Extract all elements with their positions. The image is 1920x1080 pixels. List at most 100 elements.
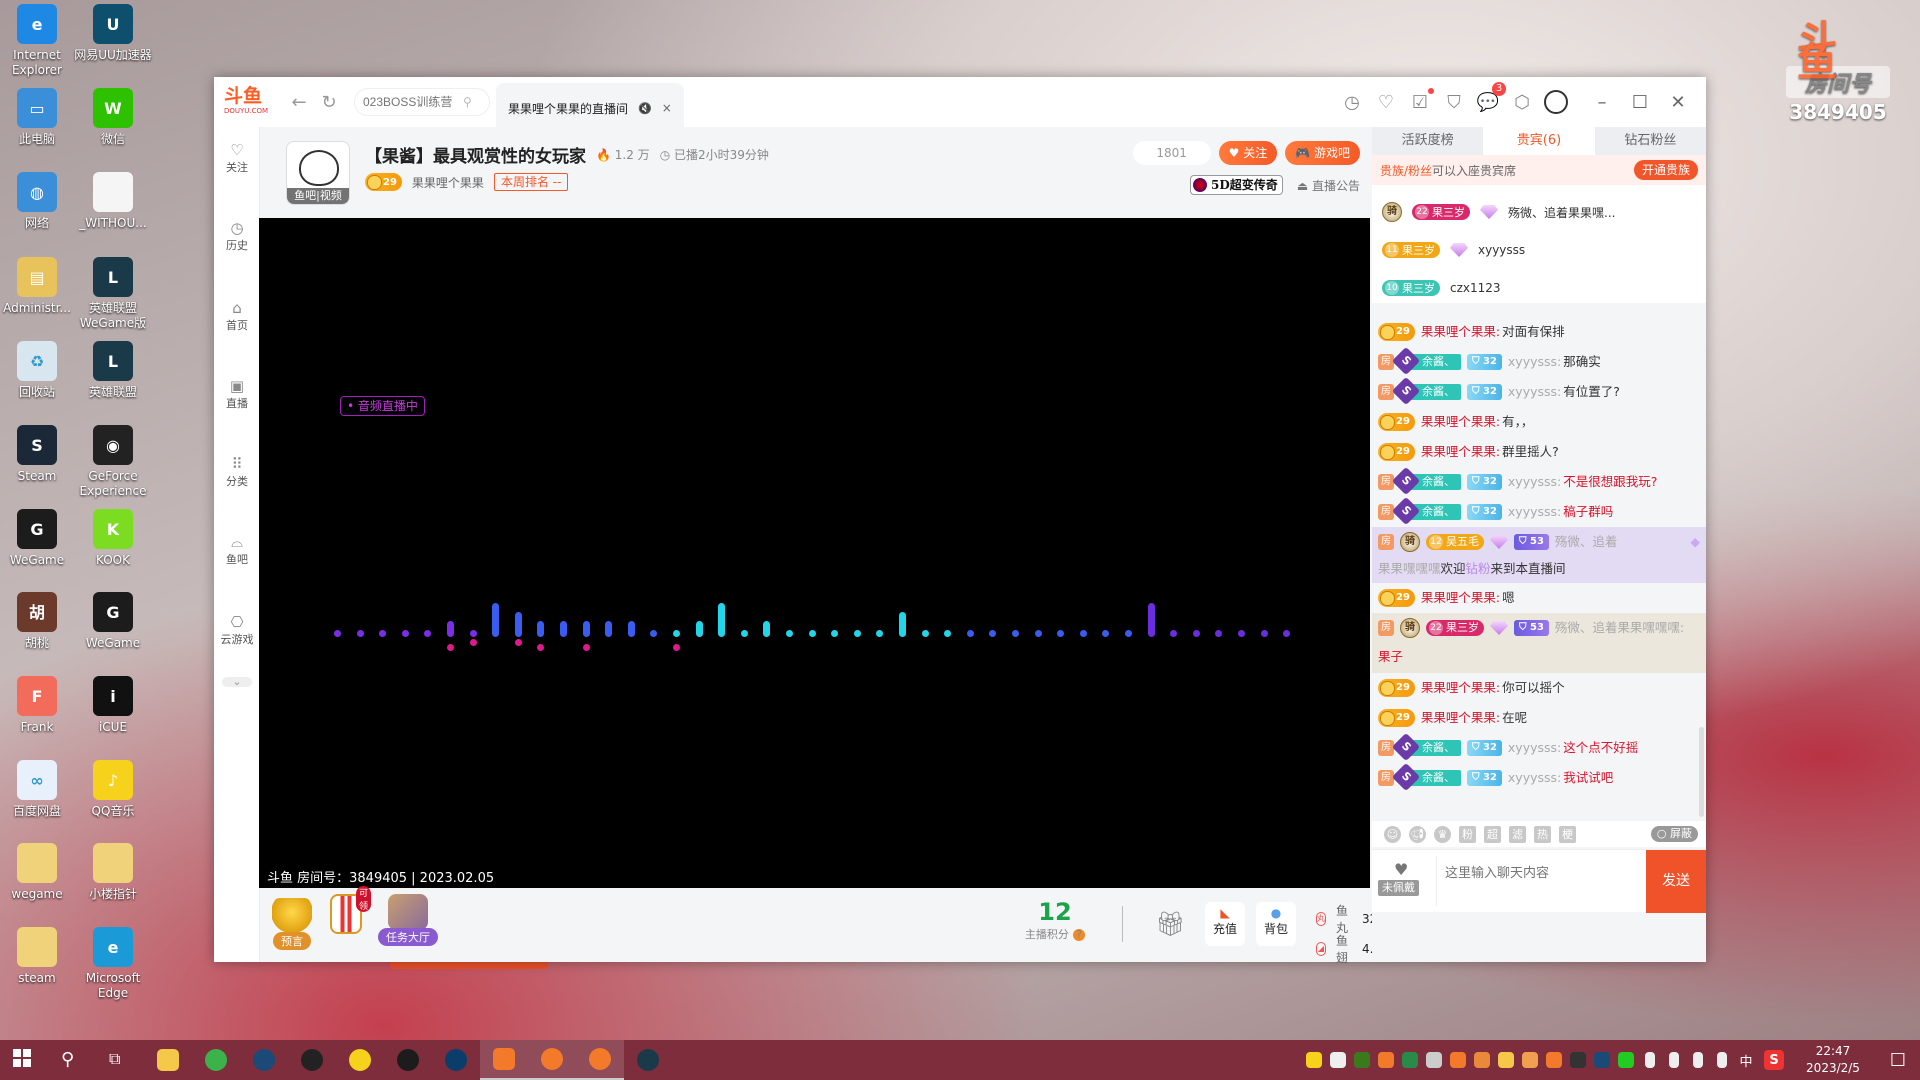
emoji-icon[interactable]: ☺ bbox=[1384, 825, 1401, 843]
avatar-label[interactable]: 鱼吧|视频 bbox=[287, 188, 349, 204]
desktop-icon[interactable]: G WeGame bbox=[0, 509, 77, 568]
announcement-button[interactable]: ⏏ 直播公告 bbox=[1297, 177, 1360, 194]
desktop-icon[interactable]: S Steam bbox=[0, 425, 77, 484]
chat-input[interactable] bbox=[1436, 856, 1636, 906]
chat-message[interactable]: 房 余酱、 ⛉ 32 xyyysss:这个点不好摇 bbox=[1372, 733, 1706, 763]
settings-icon[interactable]: ⬡ bbox=[1510, 90, 1534, 114]
chat-username[interactable]: 果果哩个果果: bbox=[1421, 677, 1500, 699]
chat-username[interactable]: 果果哩个果果: bbox=[1421, 321, 1500, 343]
chat-message[interactable]: 房 余酱、 ⛉ 32 xyyysss:不是很想跟我玩? bbox=[1372, 467, 1706, 497]
chat-message[interactable]: 房 余酱、 ⛉ 32 xyyysss:我试试吧 bbox=[1372, 763, 1706, 793]
desktop-icon[interactable]: steam bbox=[0, 927, 77, 986]
icue-tray-icon[interactable] bbox=[1326, 1050, 1350, 1070]
desktop-icon[interactable]: W 微信 bbox=[73, 88, 153, 147]
tab-close-icon[interactable]: × bbox=[662, 101, 672, 115]
ime-indicator[interactable]: 中 bbox=[1734, 1050, 1758, 1070]
chat-message[interactable]: 29 果果哩个果果: 群里摇人? bbox=[1372, 437, 1706, 467]
crown-icon[interactable]: ♛ bbox=[1434, 825, 1451, 843]
app-tray-icon[interactable] bbox=[1422, 1050, 1446, 1070]
panel-tab[interactable]: 活跃度榜 bbox=[1372, 127, 1483, 155]
desktop-icon[interactable]: 胡胡桃 bbox=[0, 592, 77, 651]
recharge-button[interactable]: ◣ 充值 bbox=[1205, 902, 1245, 946]
desktop-icon[interactable]: _WITHOU... bbox=[73, 172, 153, 231]
chat-filter-button[interactable]: 超 bbox=[1484, 825, 1501, 843]
guest-row[interactable]: 10 果三岁 czx1123 bbox=[1372, 269, 1706, 307]
desktop-icon[interactable]: e Microsoft Edge bbox=[73, 927, 153, 1001]
chat-username[interactable]: xyyysss: bbox=[1508, 381, 1561, 403]
volume-icon[interactable] bbox=[1710, 1050, 1734, 1070]
more-chevron-down-icon[interactable]: ⌄ bbox=[222, 676, 252, 687]
message-icon[interactable]: 💬 3 bbox=[1476, 82, 1506, 114]
desktop-icon[interactable]: U 网易UU加速器 bbox=[73, 4, 153, 63]
maximize-button[interactable]: ☐ bbox=[1626, 92, 1654, 113]
sidebar-item-live-tv[interactable]: ▣ 直播 bbox=[214, 377, 260, 411]
chat-username[interactable]: xyyysss: bbox=[1508, 767, 1561, 789]
send-button[interactable]: 发送 bbox=[1646, 850, 1706, 913]
desktop-icon[interactable]: ♻ 回收站 bbox=[0, 341, 77, 400]
taskbar-app[interactable] bbox=[432, 1040, 480, 1080]
desktop-icon[interactable]: L 英雄联盟 bbox=[73, 341, 153, 400]
taskbar-app[interactable] bbox=[0, 1040, 48, 1080]
panel-tab[interactable]: 钻石粉丝 bbox=[1595, 127, 1706, 155]
gift-box-button[interactable]: 可领 bbox=[330, 886, 372, 934]
network-icon[interactable] bbox=[1686, 1050, 1710, 1070]
mute-icon[interactable]: 🔇 bbox=[638, 102, 652, 115]
desktop-icon[interactable]: ♪ QQ音乐 bbox=[73, 760, 153, 819]
back-arrow-icon[interactable]: ← bbox=[284, 92, 314, 113]
open-noble-button[interactable]: 开通贵族 bbox=[1633, 160, 1698, 180]
chat-filter-button[interactable]: 热 bbox=[1534, 825, 1551, 843]
guest-row[interactable]: 11 果三岁 xyyysss bbox=[1372, 231, 1706, 269]
desktop-icon[interactable]: 小楼指针 bbox=[73, 843, 153, 902]
desktop-icon[interactable]: F Frank bbox=[0, 676, 77, 735]
chat-username[interactable]: 殇微、追着 bbox=[1555, 531, 1618, 553]
follow-button[interactable]: ♥ 关注 bbox=[1218, 141, 1278, 165]
cloud-tray-icon[interactable] bbox=[1614, 1050, 1638, 1070]
search-input[interactable] bbox=[363, 95, 463, 109]
guest-row[interactable]: 骑 22 果三岁 殇微、追着果果嘿... bbox=[1372, 193, 1706, 231]
gift-icon[interactable]: 🎁︎ bbox=[1155, 910, 1185, 938]
desktop-icon[interactable]: wegame bbox=[0, 843, 77, 902]
anchor-avatar[interactable]: 鱼吧|视频 bbox=[286, 141, 350, 205]
usb-tray-icon[interactable] bbox=[1518, 1050, 1542, 1070]
desktop-icon[interactable]: i iCUE bbox=[73, 676, 153, 735]
desktop-icon[interactable]: L 英雄联盟WeGame版 bbox=[73, 257, 153, 331]
user-avatar[interactable] bbox=[1544, 90, 1568, 114]
ime-tray-icon[interactable] bbox=[1374, 1050, 1398, 1070]
minimize-button[interactable]: – bbox=[1588, 92, 1616, 113]
chat-message[interactable]: 29 果果哩个果果: 你可以摇个 bbox=[1372, 673, 1706, 703]
wegame-tray-icon[interactable] bbox=[1566, 1050, 1590, 1070]
backpack-button[interactable]: ● 背包 bbox=[1256, 902, 1296, 946]
taskbar-app[interactable] bbox=[384, 1040, 432, 1080]
desktop-icon[interactable]: ▭ 此电脑 bbox=[0, 88, 77, 147]
video-player[interactable]: • 音频直播中 斗鱼 房间号：3849405 | 2023.02.05 bbox=[259, 218, 1370, 888]
chat-username[interactable]: 果果哩个果果: bbox=[1421, 441, 1500, 463]
security-tray-icon[interactable] bbox=[1398, 1050, 1422, 1070]
chat-username[interactable]: 殇微、追着果果嘿嘿嘿: bbox=[1555, 617, 1684, 639]
anchor-name[interactable]: 果果哩个果果 bbox=[412, 174, 484, 191]
desktop-icon[interactable]: G WeGame bbox=[73, 592, 153, 651]
refresh-icon[interactable]: ↻ bbox=[314, 92, 344, 113]
history-icon[interactable]: ◷ bbox=[1340, 90, 1364, 114]
fire-tray-icon[interactable] bbox=[1542, 1050, 1566, 1070]
taskbar-app[interactable] bbox=[624, 1040, 672, 1080]
chat-username[interactable]: xyyysss: bbox=[1508, 471, 1561, 493]
sidebar-item-heart[interactable]: ♡ 关注 bbox=[214, 141, 260, 175]
qq-music-tray-icon[interactable] bbox=[1302, 1050, 1326, 1070]
wear-badge-button[interactable]: 未佩戴 bbox=[1378, 880, 1419, 896]
chat-username[interactable]: xyyysss: bbox=[1508, 737, 1561, 759]
chat-username[interactable]: xyyysss: bbox=[1508, 351, 1561, 373]
search-box[interactable]: ⚲ bbox=[354, 88, 490, 116]
chat-filter-button[interactable]: 粉 bbox=[1459, 825, 1476, 843]
chat-message[interactable]: 29 果果哩个果果: 在呢 bbox=[1372, 703, 1706, 733]
chat-message[interactable]: 29 果果哩个果果: 对面有保排 bbox=[1372, 317, 1706, 347]
sogou-icon[interactable]: S bbox=[1764, 1050, 1784, 1070]
chat-scrollbar[interactable] bbox=[1699, 727, 1704, 817]
microphone-icon[interactable] bbox=[1662, 1050, 1686, 1070]
chat-message[interactable]: 房 余酱、 ⛉ 32 xyyysss:稿子群吗 bbox=[1372, 497, 1706, 527]
tab-live-room[interactable]: 果果哩个果果的直播间 🔇 × bbox=[496, 83, 684, 133]
taskbar-app[interactable] bbox=[576, 1040, 624, 1080]
help-icon[interactable]: ? bbox=[1073, 929, 1086, 941]
taskbar-app[interactable] bbox=[528, 1040, 576, 1080]
megaphone-icon[interactable]: 📢︎ bbox=[1409, 825, 1426, 843]
chat-username[interactable]: xyyysss: bbox=[1508, 501, 1561, 523]
